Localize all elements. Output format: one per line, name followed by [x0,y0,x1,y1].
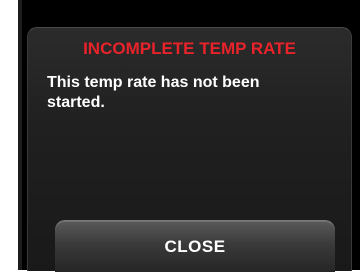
dialog-message: This temp rate has not been started. [47,74,260,111]
alert-dialog: INCOMPLETE TEMP RATE This temp rate has … [27,27,352,272]
close-button-label: CLOSE [164,236,226,256]
device-screen: INCOMPLETE TEMP RATE This temp rate has … [18,0,360,272]
screen-edge [18,0,22,270]
close-button[interactable]: CLOSE [55,220,335,272]
dialog-title: INCOMPLETE TEMP RATE [83,39,296,58]
